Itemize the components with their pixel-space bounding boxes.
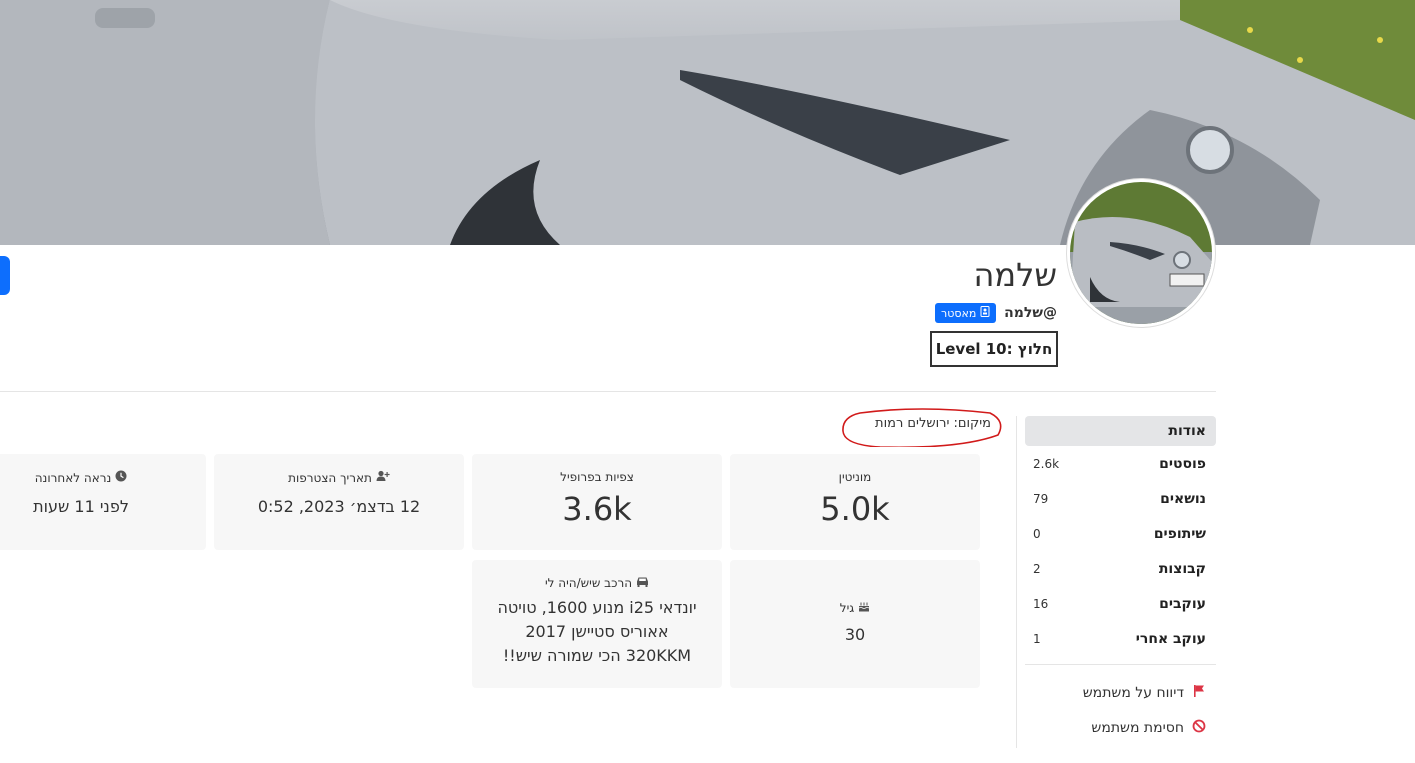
sidebar-item-label: שיתופים bbox=[1153, 525, 1206, 542]
annotation-oval bbox=[842, 408, 1002, 447]
info-card-age: גיל 30 bbox=[730, 560, 980, 688]
stat-label: תאריך הצטרפות bbox=[288, 470, 372, 485]
block-user-link[interactable]: חסימת משתמש bbox=[1025, 710, 1216, 745]
rank-badge: מאסטר bbox=[935, 303, 997, 323]
profile-sidebar: אודות פוסטים 2.6k נושאים 79 שיתופים 0 קב… bbox=[1025, 416, 1216, 745]
sidebar-item-shares[interactable]: שיתופים 0 bbox=[1025, 516, 1216, 551]
flag-icon bbox=[1192, 684, 1206, 702]
display-name: שלמה bbox=[973, 256, 1058, 294]
divider bbox=[0, 391, 1216, 392]
sidebar-item-following[interactable]: עוקב אחרי 1 bbox=[1025, 621, 1216, 656]
sidebar-item-label: עוקב אחרי bbox=[1135, 630, 1206, 647]
info-card-car: הרכב שיש/היה לי יונדאי i25 מנוע 1600, טו… bbox=[472, 560, 722, 688]
stat-label: מוניטין bbox=[838, 470, 872, 484]
sidebar-item-count: 79 bbox=[1033, 491, 1049, 506]
report-user-link[interactable]: דיווח על משתמש bbox=[1025, 675, 1216, 710]
block-user-label: חסימת משתמש bbox=[1091, 719, 1184, 736]
stat-card-last-seen: נראה לאחרונה לפני 11 שעות bbox=[0, 454, 206, 550]
stat-value: 5.0k bbox=[820, 490, 890, 528]
sidebar-item-count: 2 bbox=[1033, 561, 1041, 576]
info-label: גיל bbox=[839, 600, 855, 615]
sidebar-item-label: עוקבים bbox=[1159, 595, 1206, 612]
user-plus-icon bbox=[376, 470, 390, 485]
level-label: Level 10: חלוץ bbox=[930, 331, 1058, 367]
ban-icon bbox=[1192, 719, 1206, 737]
stat-label: נראה לאחרונה bbox=[34, 470, 112, 485]
info-label: הרכב שיש/היה לי bbox=[544, 576, 633, 590]
info-value: 30 bbox=[844, 625, 866, 644]
cake-icon bbox=[858, 600, 870, 615]
sidebar-item-label: אודות bbox=[1168, 423, 1206, 439]
sidebar-item-label: קבוצות bbox=[1158, 560, 1206, 577]
sidebar-item-posts[interactable]: פוסטים 2.6k bbox=[1025, 446, 1216, 481]
sidebar-separator bbox=[1025, 664, 1216, 665]
sidebar-item-followers[interactable]: עוקבים 16 bbox=[1025, 586, 1216, 621]
car-icon bbox=[636, 576, 649, 590]
sidebar-item-count: 16 bbox=[1033, 596, 1049, 611]
id-card-icon bbox=[980, 306, 990, 320]
stat-value: 12 בדצמ׳ 2023, 0:52 bbox=[257, 497, 421, 516]
info-value: יונדאי i25 מנוע 1600, טויטה אאוריס סטייש… bbox=[497, 598, 697, 665]
sidebar-item-label: פוסטים bbox=[1159, 455, 1206, 472]
sidebar-item-topics[interactable]: נושאים 79 bbox=[1025, 481, 1216, 516]
side-button[interactable] bbox=[0, 256, 10, 295]
stat-card-reputation: מוניטין 5.0k bbox=[730, 454, 980, 550]
stat-card-profile-views: צפיות בפרופיל 3.6k bbox=[472, 454, 722, 550]
avatar bbox=[1067, 179, 1215, 327]
username: @שלמה bbox=[1004, 305, 1057, 321]
sidebar-item-groups[interactable]: קבוצות 2 bbox=[1025, 551, 1216, 586]
stat-card-joined: תאריך הצטרפות 12 בדצמ׳ 2023, 0:52 bbox=[214, 454, 464, 550]
sidebar-item-count: 2.6k bbox=[1033, 456, 1060, 471]
sidebar-item-label: נושאים bbox=[1160, 490, 1206, 507]
stat-label: צפיות בפרופיל bbox=[560, 470, 634, 484]
clock-icon bbox=[115, 470, 127, 485]
report-user-label: דיווח על משתמש bbox=[1082, 684, 1184, 701]
sidebar-divider bbox=[1016, 416, 1017, 748]
stat-value: 3.6k bbox=[562, 490, 632, 528]
sidebar-item-count: 1 bbox=[1033, 631, 1041, 646]
sidebar-item-about[interactable]: אודות bbox=[1025, 416, 1216, 446]
cover-photo bbox=[0, 0, 1415, 245]
stat-value: לפני 11 שעות bbox=[33, 497, 129, 516]
badge-label: מאסטר bbox=[941, 306, 977, 320]
sidebar-item-count: 0 bbox=[1033, 526, 1041, 541]
